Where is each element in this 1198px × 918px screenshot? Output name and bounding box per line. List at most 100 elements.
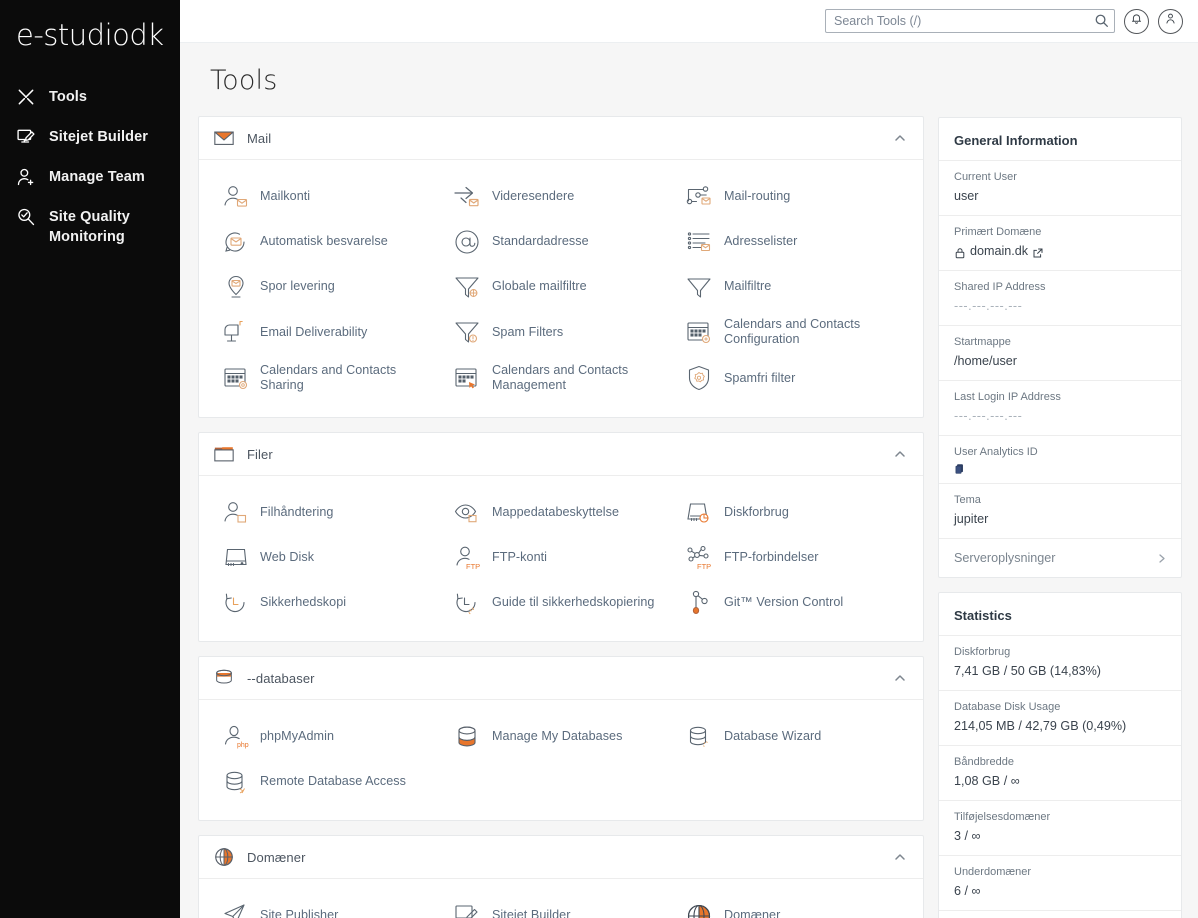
sidebar-item-sitejet-builder[interactable]: Sitejet Builder [0, 118, 180, 156]
tool-label: Automatisk besvarelse [260, 234, 388, 249]
tool-label: Git™ Version Control [724, 595, 843, 610]
tool-spor-levering[interactable]: Spor levering [213, 264, 445, 309]
sitejet-builder-icon [453, 901, 482, 918]
tool-web-disk[interactable]: Web Disk [213, 535, 445, 580]
tool-label: Domæner [724, 908, 780, 918]
stat-value: 3 / ∞ [954, 826, 1167, 846]
tool-ftp-forbindelser[interactable]: FTP FTP-forbindelser [677, 535, 909, 580]
search-input[interactable] [825, 9, 1115, 33]
info-value: jupiter [954, 510, 1167, 529]
tool-spamfri-filter[interactable]: Spamfri filter [677, 355, 909, 401]
tool-filhandtering[interactable]: Filhåndtering [213, 490, 445, 535]
svg-text:FTP: FTP [697, 562, 711, 571]
account-button[interactable] [1158, 9, 1183, 34]
sidebar-item-label: Manage Team [49, 167, 145, 187]
info-value: /home/user [954, 352, 1167, 371]
info-value: user [954, 187, 1167, 206]
tool-site-publisher[interactable]: Site Publisher [213, 893, 445, 918]
ftp-accounts-icon: FTP [453, 543, 482, 572]
sidebar-item-manage-team[interactable]: Manage Team [0, 158, 180, 196]
ftp-connections-icon: FTP [685, 543, 714, 572]
tool-spam-filters[interactable]: Spam Filters [445, 309, 677, 355]
tool-calendars-contacts-management[interactable]: Calendars and Contacts Management [445, 355, 677, 401]
info-row-primary-domain: Primært Domæne domain.dk [939, 215, 1181, 270]
stat-row-subdomains: Underdomæner 6 / ∞ [939, 855, 1181, 910]
right-sidebar: General Information Current User user Pr… [938, 43, 1182, 918]
chevron-up-icon[interactable] [893, 671, 907, 685]
external-link-icon[interactable] [1032, 246, 1044, 258]
section-title: --databaser [247, 671, 315, 686]
info-label: User Analytics ID [954, 445, 1167, 460]
stat-row-bandwidth: Båndbredde 1,08 GB / ∞ [939, 745, 1181, 800]
tool-mailkonti[interactable]: Mailkonti [213, 174, 445, 219]
stat-row-addon-domains: Tilføjelsesdomæner 3 / ∞ [939, 800, 1181, 855]
section-title: Domæner [247, 850, 306, 865]
info-row-user-analytics-id: User Analytics ID [939, 435, 1181, 483]
phpmyadmin-icon: php [221, 722, 250, 751]
mail-accounts-icon [221, 182, 250, 211]
tool-calendars-contacts-sharing[interactable]: Calendars and Contacts Sharing [213, 355, 445, 401]
tool-label: Filhåndtering [260, 505, 333, 520]
tool-manage-my-databases[interactable]: Manage My Databases [445, 714, 677, 759]
tool-adresselister[interactable]: Adresselister [677, 219, 909, 264]
section-header-mail[interactable]: Mail [199, 117, 923, 160]
info-value: ---.---.---.--- [954, 407, 1167, 426]
tool-standardadresse[interactable]: Standardadresse [445, 219, 677, 264]
panel-title: Statistics [939, 593, 1181, 635]
tool-globale-mailfiltre[interactable]: Globale mailfiltre [445, 264, 677, 309]
domains-icon [685, 901, 714, 918]
track-delivery-icon [221, 272, 250, 301]
tool-domainer[interactable]: Domæner [677, 893, 909, 918]
tool-mail-routing[interactable]: Mail-routing [677, 174, 909, 219]
stat-label: Underdomæner [954, 865, 1167, 880]
file-manager-icon [221, 498, 250, 527]
tool-diskforbrug[interactable]: Diskforbrug [677, 490, 909, 535]
stat-value: 1,08 GB / ∞ [954, 771, 1167, 791]
tool-database-wizard[interactable]: Database Wizard [677, 714, 909, 759]
section-card-filer: Filer Filhåndtering [198, 432, 924, 642]
manage-databases-icon [453, 722, 482, 751]
backup-icon [221, 588, 250, 617]
tool-label: Email Deliverability [260, 325, 367, 340]
sidebar-item-tools[interactable]: Tools [0, 78, 180, 116]
info-label: Last Login IP Address [954, 390, 1167, 405]
web-disk-icon [221, 543, 250, 572]
chevron-up-icon[interactable] [893, 131, 907, 145]
sidebar-item-site-quality-monitoring[interactable]: Site Quality Monitoring [0, 198, 180, 256]
notifications-button[interactable] [1124, 9, 1149, 34]
tool-email-deliverability[interactable]: Email Deliverability [213, 309, 445, 355]
tool-sitejet-builder[interactable]: Sitejet Builder [445, 893, 677, 918]
copy-icon[interactable] [954, 462, 966, 474]
tool-sikkerhedskopi[interactable]: Sikkerhedskopi [213, 580, 445, 625]
tool-remote-database-access[interactable]: Remote Database Access [213, 759, 445, 804]
info-value: domain.dk [970, 242, 1028, 261]
tool-phpmyadmin[interactable]: php phpMyAdmin [213, 714, 445, 759]
tool-git-version-control[interactable]: Git™ Version Control [677, 580, 909, 625]
tool-videresendere[interactable]: Videresendere [445, 174, 677, 219]
tool-ftp-konti[interactable]: FTP FTP-konti [445, 535, 677, 580]
chevron-up-icon[interactable] [893, 850, 907, 864]
section-header-filer[interactable]: Filer [199, 433, 923, 476]
calendars-sharing-icon [221, 364, 250, 393]
tools-icon [16, 87, 38, 107]
section-body-domainer: Site Publisher Sitejet Builder [199, 879, 923, 918]
left-sidebar: e-studiodk Tools [0, 0, 180, 918]
info-row-last-login-ip: Last Login IP Address ---.---.---.--- [939, 380, 1181, 435]
info-row-shared-ip: Shared IP Address ---.---.---.--- [939, 270, 1181, 325]
tool-mailfiltre[interactable]: Mailfiltre [677, 264, 909, 309]
tool-calendars-contacts-configuration[interactable]: Calendars and Contacts Configuration [677, 309, 909, 355]
chevron-up-icon[interactable] [893, 447, 907, 461]
tool-label: Guide til sikkerhedskopiering [492, 595, 654, 610]
general-information-panel: General Information Current User user Pr… [938, 117, 1182, 578]
tool-mappedatabeskyttelse[interactable]: Mappedatabeskyttelse [445, 490, 677, 535]
brand-logo[interactable]: e-studiodk [0, 10, 180, 78]
top-bar [180, 0, 1198, 43]
section-header-databaser[interactable]: --databaser [199, 657, 923, 700]
tool-label: FTP-forbindelser [724, 550, 819, 565]
server-information-link[interactable]: Serveroplysninger [939, 538, 1181, 577]
sitejet-builder-icon [16, 127, 38, 147]
tool-automatisk-besvarelse[interactable]: Automatisk besvarelse [213, 219, 445, 264]
tool-guide-til-sikkerhedskopiering[interactable]: Guide til sikkerhedskopiering [445, 580, 677, 625]
info-label: Startmappe [954, 335, 1167, 350]
section-header-domainer[interactable]: Domæner [199, 836, 923, 879]
